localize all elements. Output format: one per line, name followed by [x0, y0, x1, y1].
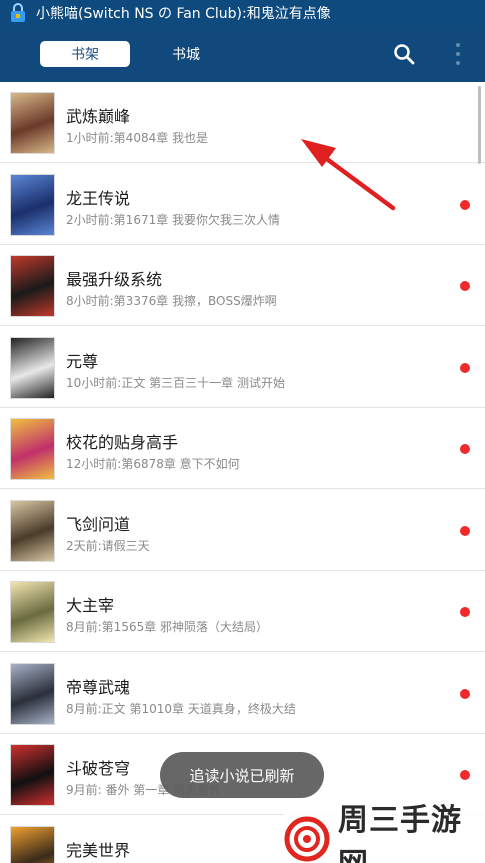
- book-title: 元尊: [66, 351, 99, 371]
- book-row[interactable]: 帝尊武魂 8月前:正文 第1010章 天道真身，终极大结: [0, 652, 485, 734]
- book-cover-image: [10, 173, 55, 236]
- update-dot-icon: [460, 525, 470, 536]
- watermark: 周三手游网: [284, 803, 485, 863]
- tab-bookshelf[interactable]: 书架: [40, 41, 130, 67]
- book-title: 飞剑问道: [66, 514, 131, 534]
- book-latest-chapter: 2天前:请假三天: [66, 538, 150, 553]
- book-cover-image: [10, 336, 55, 399]
- refresh-toast: 追读小说已刷新: [160, 752, 324, 798]
- book-latest-chapter: 12小时前:第6878章 意下不如何: [66, 457, 240, 471]
- book-cover-image: [10, 662, 55, 725]
- book-latest-chapter: 8月前:第1565章 邪神陨落（大结局）: [66, 620, 269, 634]
- book-cover-image: [10, 255, 55, 317]
- book-latest-chapter: 1小时前:第4084章 我也是: [66, 131, 209, 145]
- book-title: 校花的贴身高手: [66, 433, 179, 452]
- book-title: 最强升级系统: [66, 270, 163, 289]
- book-title: 武炼巅峰: [66, 107, 131, 126]
- book-row[interactable]: 龙王传说 2小时前:第1671章 我要你欠我三次人情: [0, 163, 485, 245]
- book-latest-chapter: 8月前:正文 第1010章 天道真身，终极大结: [66, 701, 296, 716]
- book-latest-chapter: 2小时前:第1671章 我要你欠我三次人情: [66, 212, 281, 227]
- book-cover-image: [10, 92, 55, 154]
- book-cover-image: [10, 825, 55, 863]
- toast-text: 追读小说已刷新: [189, 766, 295, 785]
- book-row[interactable]: 飞剑问道 2天前:请假三天: [0, 489, 485, 571]
- book-row[interactable]: 最强升级系统 8小时前:第3376章 我擦，BOSS爆炸啊: [0, 245, 485, 326]
- book-cover-image: [10, 581, 55, 643]
- book-cover-image: [10, 744, 55, 806]
- app-bar: 书架 书城: [0, 26, 485, 82]
- bookshelf-list[interactable]: 武炼巅峰 1小时前:第4084章 我也是龙王传说 2小时前:第1671章 我要你欠我…: [0, 82, 485, 863]
- book-row[interactable]: 大主宰 8月前:第1565章 邪神陨落（大结局）: [0, 571, 485, 652]
- book-cover-image: [10, 499, 55, 562]
- book-row[interactable]: 元尊 10小时前:正文 第三百三十一章 测试开始: [0, 326, 485, 408]
- scrollbar-thumb[interactable]: [478, 86, 481, 164]
- watermark-logo-icon: [284, 816, 330, 862]
- book-latest-chapter: 10小时前:正文 第三百三十一章 测试开始: [66, 375, 285, 390]
- update-dot-icon: [460, 688, 470, 699]
- search-icon[interactable]: [392, 42, 416, 66]
- book-row[interactable]: 校花的贴身高手 12小时前:第6878章 意下不如何: [0, 408, 485, 489]
- update-dot-icon: [460, 199, 470, 210]
- update-dot-icon: [460, 607, 470, 617]
- book-title: 大主宰: [66, 596, 115, 615]
- tab-bookstore[interactable]: 书城: [146, 41, 226, 67]
- watermark-text: 周三手游网: [338, 802, 462, 863]
- book-cover-image: [10, 418, 55, 480]
- lock-icon: [8, 3, 28, 23]
- more-vertical-icon[interactable]: [448, 40, 468, 68]
- update-dot-icon: [460, 362, 470, 373]
- book-row[interactable]: 武炼巅峰 1小时前:第4084章 我也是: [0, 82, 485, 163]
- book-title: 完美世界: [66, 840, 131, 860]
- update-dot-icon: [460, 281, 470, 291]
- book-title: 斗破苍穹: [66, 759, 131, 778]
- notification-text: 小熊喵(Switch NS の Fan Club):和鬼泣有点像: [36, 6, 331, 22]
- book-title: 龙王传说: [66, 188, 131, 208]
- book-latest-chapter: 8小时前:第3376章 我擦，BOSS爆炸啊: [66, 294, 277, 308]
- update-dot-icon: [460, 770, 470, 780]
- status-bar: 小熊喵(Switch NS の Fan Club):和鬼泣有点像: [0, 0, 485, 26]
- update-dot-icon: [460, 444, 470, 454]
- book-title: 帝尊武魂: [66, 677, 131, 697]
